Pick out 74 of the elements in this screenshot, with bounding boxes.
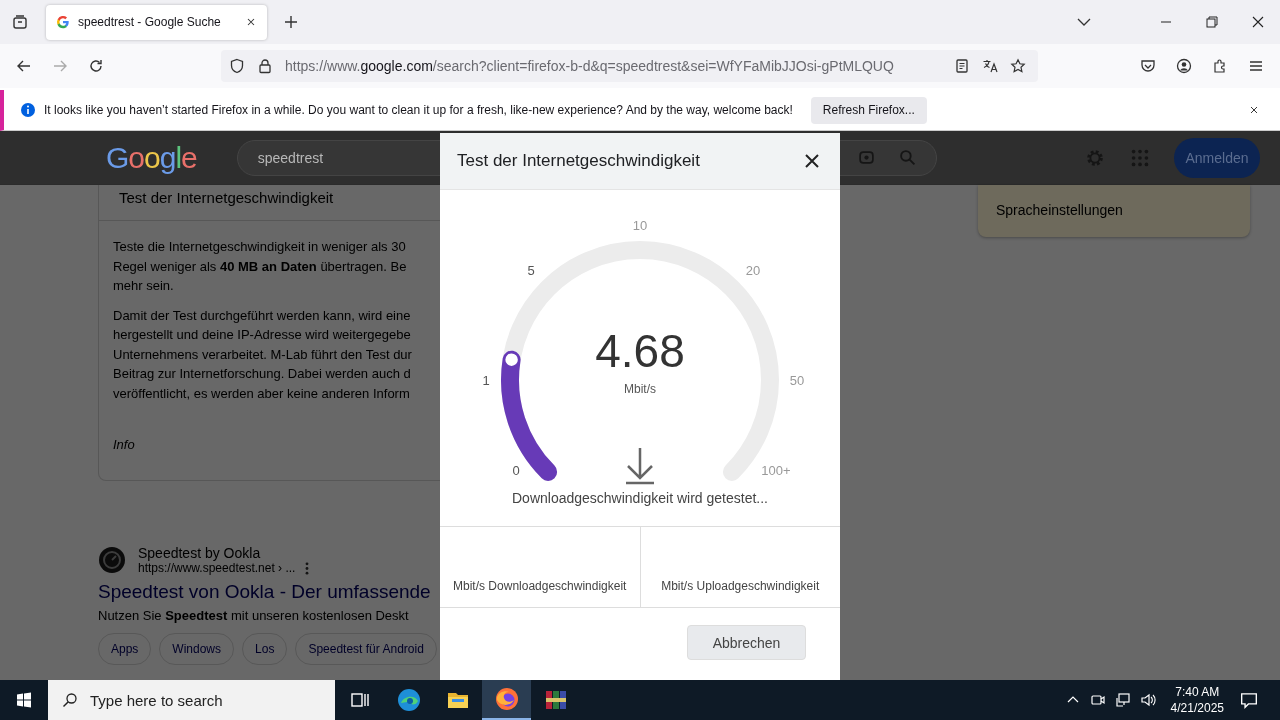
star-icon[interactable] [1010, 58, 1026, 74]
swirl-icon [396, 688, 421, 712]
more-options-icon[interactable] [305, 561, 310, 575]
extensions-icon[interactable] [1212, 58, 1228, 74]
gauge-tick-label: 5 [527, 263, 535, 278]
paragraph-line: hergestellt und deine IP-Adresse wird weitergegebe [113, 326, 411, 344]
reload-icon[interactable] [88, 58, 104, 74]
tab-list-icon[interactable] [12, 14, 28, 30]
search-query: speedtrest [257, 149, 324, 166]
close-window-icon[interactable] [1250, 14, 1266, 30]
paragraph-line: Regel weniger als 40 MB an Daten übertragen. Be [113, 257, 407, 276]
restore-icon[interactable] [1204, 14, 1220, 30]
camera-icon[interactable] [1089, 692, 1106, 708]
paragraph-line: mehr sein. [113, 277, 174, 295]
network-icon[interactable] [1114, 692, 1131, 708]
clock-time[interactable]: 7:40 AM [1175, 684, 1220, 700]
cancel-button[interactable]: Abbrechen [687, 625, 806, 660]
task-view-icon [349, 690, 370, 710]
translate-icon[interactable] [982, 58, 998, 74]
account-icon[interactable] [1176, 58, 1192, 74]
gauge-tick-label: 0 [512, 463, 520, 478]
google-favicon-icon [56, 15, 70, 29]
site-url: https://www.speedtest.net › ... [138, 561, 296, 575]
clock-date[interactable]: 4/21/2025 [1170, 700, 1224, 716]
gauge-tick-label: 10 [632, 218, 648, 233]
language-settings-card[interactable]: Spracheinstellungen [978, 185, 1250, 237]
close-tab-icon[interactable] [245, 16, 257, 28]
result-snippet: Nutzen Sie Speedtest mit unseren kostenlosen Deskt [98, 608, 409, 623]
notification-message: It looks like you haven’t started Firefox in a while. Do you want to clean it up for a fresh, like-new experience? And by the way, welcome back! [44, 103, 793, 117]
result-title-link[interactable]: Speedtest von Ookla - Der umfassende [98, 581, 431, 603]
close-icon[interactable] [1248, 104, 1260, 116]
shield-icon[interactable] [229, 58, 245, 74]
fox-globe-icon [494, 687, 519, 711]
close-icon[interactable] [804, 153, 820, 169]
browser-tab[interactable]: speedtrest - Google Suche [46, 4, 267, 40]
speed-reading: 4.68 [595, 325, 685, 377]
lock-icon [257, 58, 273, 74]
gauge-tick-label: 20 [745, 263, 761, 278]
start-icon[interactable] [16, 692, 32, 708]
tab-title: speedtrest - Google Suche [78, 15, 222, 29]
search-placeholder: Type here to search [90, 691, 223, 709]
paragraph-line: Unternehmens verarbeitet. M-Lab führt den Test dur [113, 345, 412, 364]
paragraph-line: Teste die Internetgeschwindigkeit in weniger als 30 [113, 238, 406, 256]
result-label: Mbit/s Downloadgeschwindigkeit [453, 579, 627, 593]
paragraph-line: veröffentlicht, es werden aber keine anderen Inform [113, 384, 410, 403]
gauge-tick-label: 100+ [761, 463, 791, 478]
site-name: Speedtest by Ookla [138, 545, 262, 561]
gauge-tick-label: 1 [482, 373, 490, 388]
refresh-firefox-button[interactable]: Refresh Firefox... [810, 96, 927, 124]
new-tab-icon[interactable] [283, 14, 299, 30]
books-icon [543, 688, 568, 712]
paragraph-line: Damit der Test durchgeführt werden kann, wird eine [113, 306, 411, 325]
speed-unit: Mbit/s [624, 382, 656, 396]
result-label: Mbit/s Uploadgeschwindigkeit [661, 579, 820, 593]
status-text: Downloadgeschwindigkeit wird getestet... [511, 490, 769, 506]
reader-view-icon[interactable] [954, 58, 970, 74]
info-icon [20, 102, 36, 118]
menu-icon[interactable] [1248, 58, 1264, 74]
search-icon [62, 692, 78, 708]
paragraph-line: Beitrag zur Internetforschung. Dabei werden auch d [113, 365, 411, 383]
google-logo[interactable]: Google [106, 140, 197, 175]
volume-icon[interactable] [1139, 692, 1156, 708]
dialog-title: Test der Internetgeschwindigkeit [457, 151, 700, 171]
site-favicon-icon [98, 546, 126, 574]
download-icon [626, 446, 654, 485]
taskbar-app-button[interactable] [482, 680, 531, 720]
info-link[interactable]: Info [113, 437, 135, 452]
notifications-icon[interactable] [1240, 691, 1258, 709]
address-bar[interactable]: https://www.google.com/search?client=firefox-b-d&q=speedtrest&sei=WfYFaMibJJOsi-gPtMLQUQ [221, 50, 1038, 82]
pocket-icon[interactable] [1140, 58, 1156, 74]
back-icon[interactable] [16, 58, 32, 74]
gauge-tick-label: 50 [789, 373, 805, 388]
url-text: https://www.google.com/search?client=firefox-b-d&q=speedtrest&sei=WfYFaMibJJOsi-gPtMLQUQ [285, 58, 894, 74]
taskbar-search-field[interactable]: Type here to search [48, 680, 335, 720]
